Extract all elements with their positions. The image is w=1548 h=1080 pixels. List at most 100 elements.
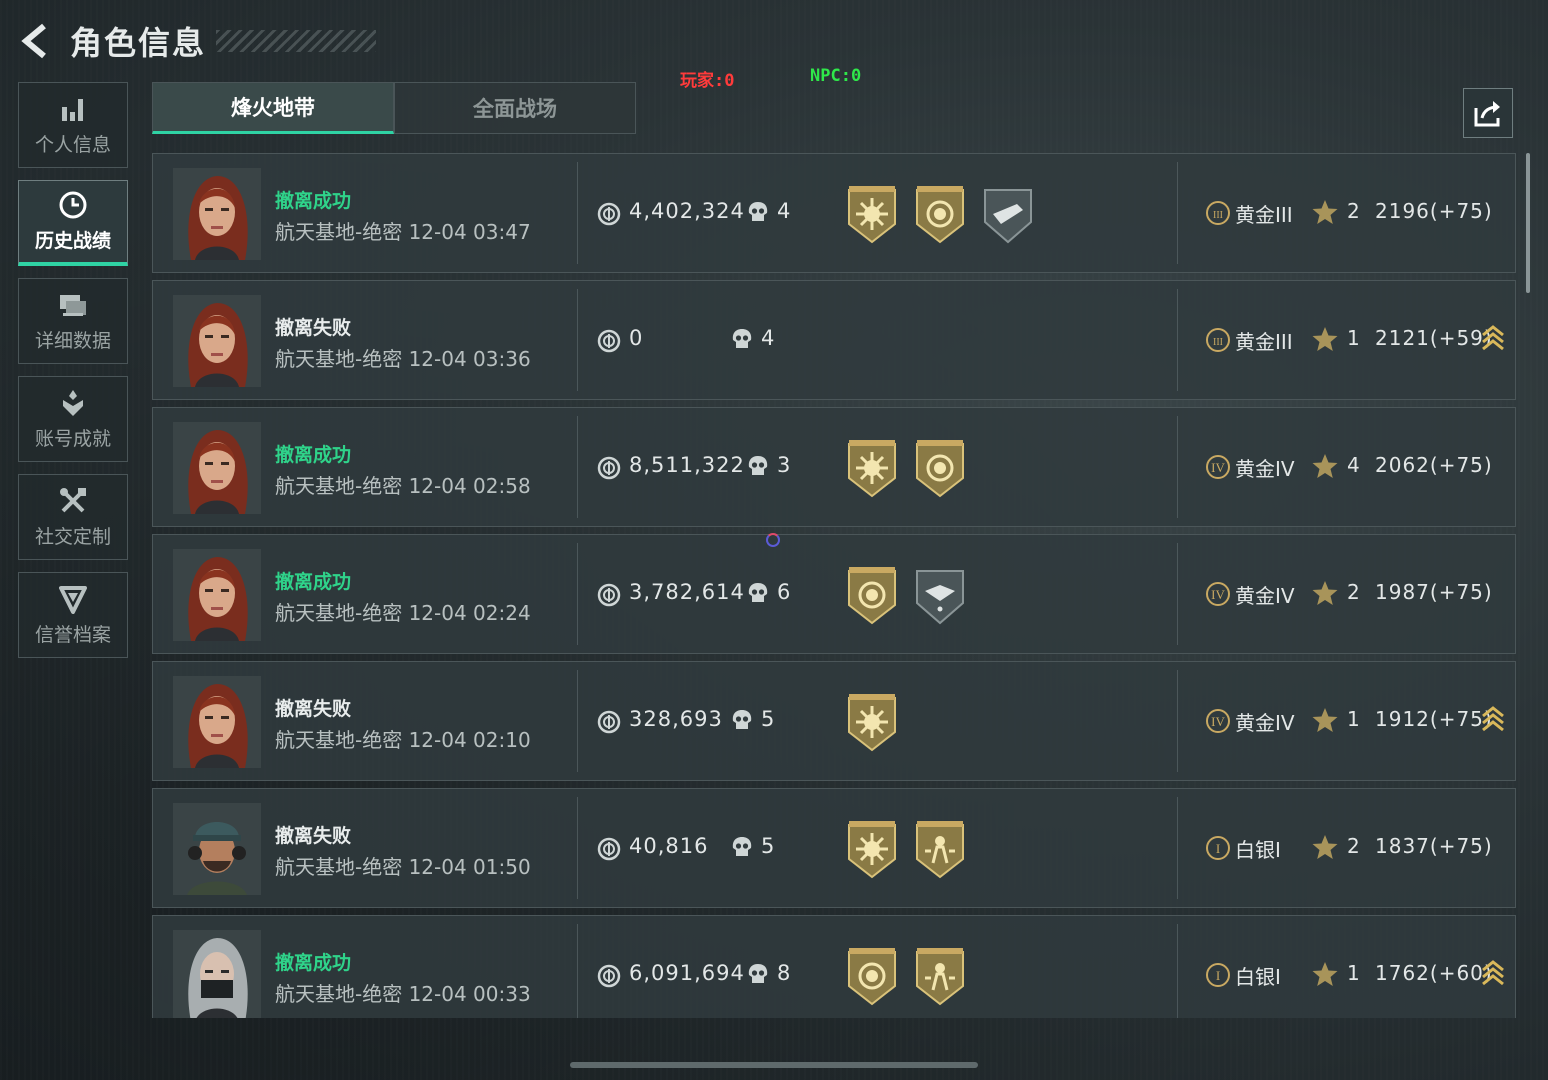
- kill-count: 5: [761, 707, 775, 731]
- kill-count: 4: [761, 326, 775, 350]
- map-name: 航天基地-绝密: [275, 728, 403, 752]
- rank-tier-icon: III: [1205, 200, 1231, 226]
- match-history-list[interactable]: 撤离成功 航天基地-绝密 12-04 03:47 4,402,324 4 III 黄金II…: [152, 153, 1516, 1018]
- rank-name: 白银I: [1235, 965, 1281, 989]
- kill-count: 3: [777, 453, 791, 477]
- value-coin-icon: [597, 710, 621, 734]
- tab-beacon-zone[interactable]: 烽火地带: [152, 82, 394, 134]
- match-record-row[interactable]: 撤离失败 航天基地-绝密 12-04 01:50 40,816 5 I 白银I 2 1837(…: [152, 788, 1516, 908]
- sun-medal-icon[interactable]: [845, 692, 899, 752]
- back-arrow-icon[interactable]: [18, 21, 52, 61]
- match-record-row[interactable]: 撤离成功 航天基地-绝密 12-04 02:24 3,782,614 6 IV 黄金IV 2…: [152, 534, 1516, 654]
- share-icon: [1474, 101, 1500, 127]
- page-title: 角色信息: [70, 24, 207, 62]
- coin-medal-icon[interactable]: [913, 184, 967, 244]
- match-record-row[interactable]: 撤离失败 航天基地-绝密 12-04 02:10 328,693 5 IV 黄金IV 1 19…: [152, 661, 1516, 781]
- promotion-chevron-icon: [1481, 323, 1505, 353]
- rank-tier-icon: III: [1205, 327, 1231, 353]
- sidebar-item-detailed-data[interactable]: 详细数据: [18, 278, 128, 364]
- svg-text:III: III: [1213, 210, 1223, 221]
- coin-medal-icon[interactable]: [913, 438, 967, 498]
- promotion-chevron-icon: [1481, 704, 1505, 734]
- character-avatar: [173, 295, 261, 387]
- column-divider: [577, 543, 578, 645]
- sidebar-item-social-custom[interactable]: 社交定制: [18, 474, 128, 560]
- map-name: 航天基地-绝密: [275, 474, 403, 498]
- star-icon: [1311, 579, 1339, 607]
- star-icon: [1311, 198, 1339, 226]
- map-and-time: 航天基地-绝密 12-04 02:10: [275, 724, 531, 753]
- column-divider: [1177, 924, 1178, 1018]
- rank-tier-icon: I: [1205, 962, 1231, 988]
- clock-icon: [58, 190, 88, 220]
- share-button[interactable]: [1463, 88, 1513, 138]
- kill-count: 6: [777, 580, 791, 604]
- column-divider: [577, 416, 578, 518]
- star-count: 2: [1347, 580, 1360, 604]
- kill-count: 5: [761, 834, 775, 858]
- extracted-value: 328,693: [629, 707, 723, 731]
- rank-name: 黄金III: [1235, 203, 1293, 227]
- match-record-row[interactable]: 撤离失败 航天基地-绝密 12-04 03:36 0 4 III 黄金III 1 2121(+…: [152, 280, 1516, 400]
- sidebar-item-label: 信誉档案: [34, 623, 111, 646]
- extraction-outcome: 撤离失败: [275, 317, 352, 339]
- rank-score: 2196(+75): [1375, 199, 1493, 223]
- horizontal-scrollbar[interactable]: [570, 1062, 978, 1068]
- sidebar-item-personal-info[interactable]: 个人信息: [18, 82, 128, 168]
- match-time: 12-04 00:33: [408, 982, 531, 1006]
- coin-medal-icon[interactable]: [845, 565, 899, 625]
- svg-text:IV: IV: [1211, 714, 1225, 729]
- extraction-outcome: 撤离成功: [275, 444, 352, 466]
- bar-chart-icon: [58, 94, 88, 124]
- character-avatar: [173, 803, 261, 895]
- extracted-value: 8,511,322: [629, 453, 745, 477]
- loading-spinner-icon: [766, 533, 780, 547]
- star-count: 2: [1347, 834, 1360, 858]
- map-and-time: 航天基地-绝密 12-04 03:36: [275, 343, 531, 372]
- value-coin-icon: [597, 837, 621, 861]
- column-divider: [577, 162, 578, 264]
- sidebar-item-label: 详细数据: [34, 329, 111, 352]
- extracted-value: 40,816: [629, 834, 709, 858]
- rank-score: 1837(+75): [1375, 834, 1493, 858]
- npc-counter: NPC:0: [810, 66, 862, 86]
- skull-icon: [747, 201, 769, 225]
- rank-name: 黄金IV: [1235, 584, 1295, 608]
- character-avatar: [173, 422, 261, 514]
- sun-medal-icon[interactable]: [845, 438, 899, 498]
- rank-score: 2121(+59): [1375, 326, 1493, 350]
- character-avatar: [173, 930, 261, 1018]
- sun-medal-icon[interactable]: [845, 819, 899, 879]
- rank-name: 黄金III: [1235, 330, 1293, 354]
- tab-full-battlefield[interactable]: 全面战场: [394, 82, 636, 134]
- svg-text:IV: IV: [1211, 460, 1225, 475]
- map-name: 航天基地-绝密: [275, 347, 403, 371]
- sidebar-item-credit-file[interactable]: 信誉档案: [18, 572, 128, 658]
- coin-medal-icon[interactable]: [845, 946, 899, 1006]
- match-record-row[interactable]: 撤离成功 航天基地-绝密 12-04 03:47 4,402,324 4 III 黄金II…: [152, 153, 1516, 273]
- column-divider: [577, 797, 578, 899]
- rank-score: 1912(+75): [1375, 707, 1493, 731]
- column-divider: [1177, 543, 1178, 645]
- soldier-medal-icon[interactable]: [913, 946, 967, 1006]
- soldier-medal-icon[interactable]: [913, 819, 967, 879]
- handshake-badge-icon[interactable]: [913, 565, 967, 625]
- match-record-row[interactable]: 撤离成功 航天基地-绝密 12-04 02:58 8,511,322 3 IV 黄金IV 4…: [152, 407, 1516, 527]
- match-record-row[interactable]: 撤离成功 航天基地-绝密 12-04 00:33 6,091,694 8 I 白银I 1 17…: [152, 915, 1516, 1018]
- extracted-value: 4,402,324: [629, 199, 745, 223]
- star-icon: [1311, 960, 1339, 988]
- skull-icon: [731, 328, 753, 352]
- rank-score: 1987(+75): [1375, 580, 1493, 604]
- sidebar-item-label: 社交定制: [34, 525, 111, 548]
- star-icon: [1311, 706, 1339, 734]
- sidebar-item-achievements[interactable]: 账号成就: [18, 376, 128, 462]
- gun-badge-icon[interactable]: [981, 184, 1035, 244]
- sidebar-item-match-history[interactable]: 历史战绩: [18, 180, 128, 266]
- skull-icon: [747, 455, 769, 479]
- sun-medal-icon[interactable]: [845, 184, 899, 244]
- sidebar-item-label: 个人信息: [34, 133, 111, 156]
- svg-text:III: III: [1213, 337, 1223, 348]
- star-count: 4: [1347, 453, 1360, 477]
- vertical-scrollbar[interactable]: [1526, 153, 1530, 293]
- skull-icon: [747, 963, 769, 987]
